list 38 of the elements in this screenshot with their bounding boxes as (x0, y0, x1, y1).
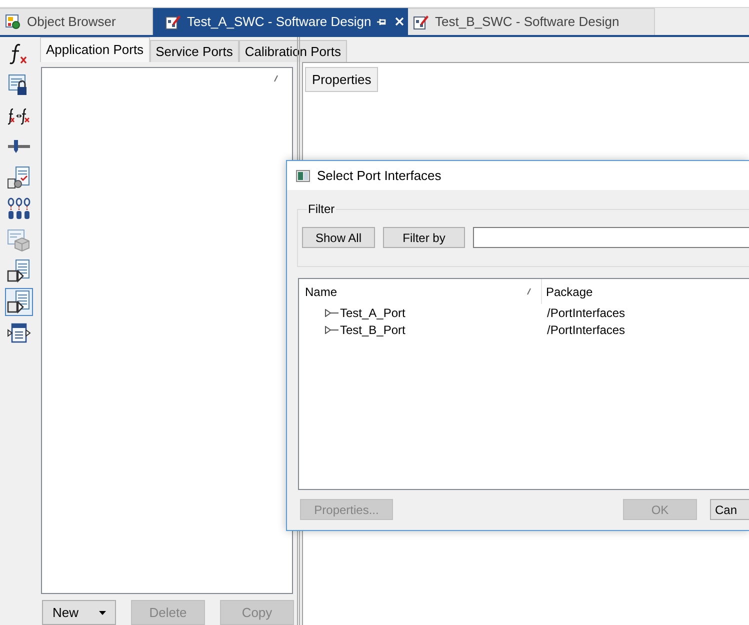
column-header[interactable]: Package (542, 279, 749, 304)
document-tab[interactable]: Object Browser (0, 8, 153, 35)
caret-icon (98, 610, 106, 614)
document-pencil-icon (165, 14, 181, 30)
browser-icon (5, 14, 21, 30)
chain-links-icon (6, 197, 30, 221)
close-icon[interactable] (395, 17, 404, 26)
port-icon (325, 308, 339, 316)
filter-label: Filter (307, 201, 336, 218)
port-tab[interactable]: Service Ports (150, 40, 239, 62)
port-icon (325, 326, 339, 334)
document-cube-icon (6, 228, 30, 252)
list-button[interactable]: New (42, 600, 116, 625)
filter-input[interactable] (473, 227, 749, 248)
package-path: /PortInterfaces (546, 304, 626, 322)
filter-button[interactable]: Filter by (383, 227, 465, 248)
package-path: /PortInterfaces (546, 322, 626, 338)
interface-name[interactable]: Test_B_Port (340, 320, 406, 338)
document-pencil-icon (413, 14, 429, 30)
dialog-title: Select Port Interfaces (317, 166, 442, 185)
document-tab[interactable]: Test_A_SWC - Software Design (153, 8, 408, 35)
filter-button[interactable]: Show All (302, 227, 375, 248)
document-check-icon (6, 166, 30, 190)
port-tab[interactable]: Calibration Ports (238, 40, 347, 62)
properties-tab[interactable]: Properties (305, 67, 378, 92)
document-arrow-icon (6, 259, 30, 283)
frame-ports-icon (6, 321, 30, 345)
pin-icon[interactable] (377, 18, 388, 26)
port-tab[interactable]: Application Ports (40, 37, 150, 62)
dialog-button[interactable]: Can (710, 499, 749, 520)
column-header[interactable]: Name (299, 279, 542, 304)
toolbar-button[interactable] (4, 257, 32, 285)
interface-name[interactable]: Test_A_Port (340, 304, 406, 322)
document-arrow-icon (6, 290, 30, 314)
document-tab[interactable]: Test_B_SWC - Software Design (408, 8, 655, 35)
sort-indicator-icon (527, 288, 531, 295)
window-icon (296, 170, 310, 182)
toolbar-button[interactable] (4, 288, 32, 316)
